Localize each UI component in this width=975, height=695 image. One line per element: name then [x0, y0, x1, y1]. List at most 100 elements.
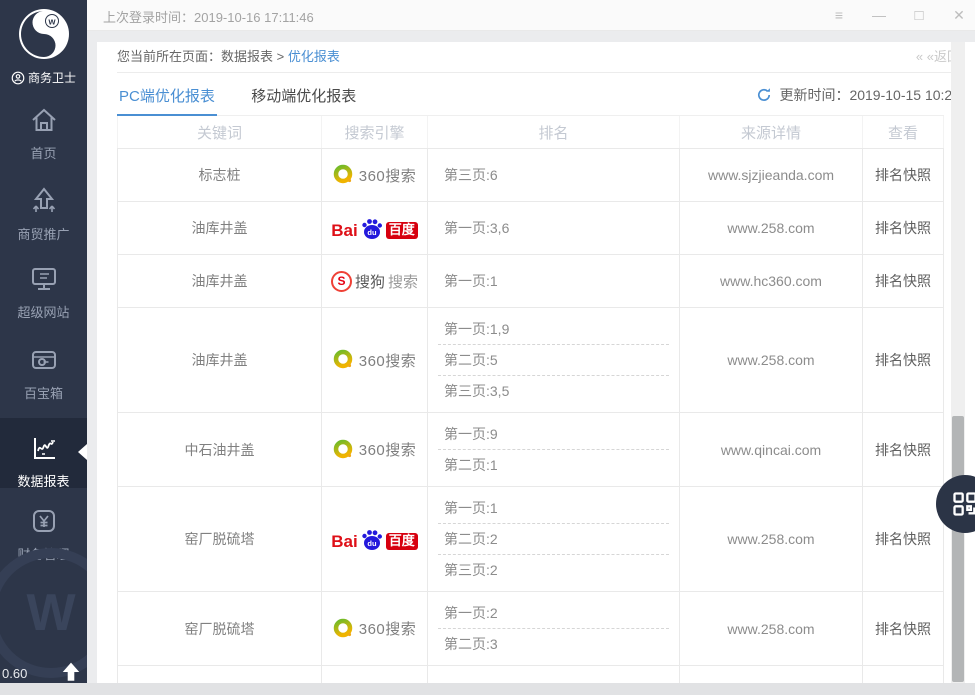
snapshot-link[interactable]: 排名快照	[862, 666, 944, 683]
window-close-icon[interactable]: ✕	[951, 8, 967, 22]
rank-cell: 第一页:3,6	[427, 202, 679, 254]
rank-value: 第一页:9	[438, 419, 669, 449]
rank-value: 第二页:1	[438, 449, 669, 480]
home-icon	[0, 104, 87, 136]
table-row: 油库井盖 Baidu百度第一页:3,6 www.258.com排名快照	[117, 202, 944, 255]
sidebar-item-label: 首页	[30, 146, 56, 161]
snapshot-link[interactable]: 排名快照	[862, 487, 944, 591]
snapshot-link[interactable]: 排名快照	[862, 308, 944, 412]
sidebar-item-website[interactable]: 超级网站	[0, 263, 87, 321]
window-maximize-icon[interactable]: □	[911, 8, 927, 23]
promotion-icon	[0, 185, 87, 217]
report-table-body: 标志桩360搜索第三页:6www.sjzjieanda.com排名快照油库井盖B…	[117, 149, 944, 683]
svg-text:w: w	[47, 17, 56, 27]
sidebar-item-label: 超级网站	[17, 305, 69, 320]
col-header-view: 查看	[862, 116, 944, 148]
finance-icon	[0, 505, 87, 537]
engine-logo-360: 360搜索	[333, 164, 417, 186]
snapshot-link[interactable]: 排名快照	[862, 255, 944, 307]
table-row: 脱硫净化塔Baidu百度第二页:10www.258.com排名快照	[117, 666, 944, 683]
engine-logo-360: 360搜索	[333, 439, 417, 461]
brand-block: w 商务卫士	[0, 8, 87, 86]
sidebar-item-label: 百宝箱	[24, 386, 63, 401]
rank-cell: 第一页:9第二页:1	[427, 413, 679, 486]
user-icon	[11, 71, 25, 85]
vertical-scrollbar[interactable]	[951, 42, 965, 683]
rank-value: 第三页:3,5	[438, 375, 669, 406]
rank-value: 第一页:1,9	[438, 314, 669, 344]
engine-logo-baidu: Baidu百度	[331, 528, 417, 550]
engine-cell: S搜狗搜索	[321, 255, 427, 307]
source-link[interactable]: www.sjzjieanda.com	[679, 149, 862, 201]
engine-cell: 360搜索	[321, 149, 427, 201]
keyword-cell: 标志桩	[117, 149, 321, 201]
rank-value: 第三页:2	[438, 554, 669, 585]
svg-text:du: du	[367, 539, 377, 548]
keyword-cell: 油库井盖	[117, 202, 321, 254]
engine-logo-baidu: Baidu百度	[331, 217, 417, 239]
col-header-source: 来源详情	[679, 116, 862, 148]
col-header-keyword: 关键词	[117, 116, 321, 148]
engine-cell: Baidu百度	[321, 666, 427, 683]
table-row: 标志桩 360搜索第三页:6www.sjzjieanda.com排名快照	[117, 149, 944, 202]
sidebar-item-label: 数据报表	[17, 474, 69, 489]
breadcrumb-current[interactable]: 优化报表	[288, 49, 340, 64]
tab-mobile-report[interactable]: 移动端优化报表	[249, 73, 358, 114]
active-item-arrow	[78, 444, 87, 460]
window-minimize-icon[interactable]: —	[871, 8, 887, 22]
sidebar-item-toolbox[interactable]: 百宝箱	[0, 344, 87, 402]
keyword-cell: 油库井盖	[117, 255, 321, 307]
table-header-row: 关键词 搜索引擎 排名 来源详情 查看	[117, 116, 944, 149]
keyword-cell: 窑厂脱硫塔	[117, 487, 321, 591]
back-to-top-icon[interactable]	[60, 661, 82, 683]
table-row: 窑厂脱硫塔360搜索第一页:2第二页:3www.258.com排名快照	[117, 592, 944, 666]
rank-cell: 第一页:1第二页:2第三页:2	[427, 487, 679, 591]
rank-cell: 第一页:1	[427, 255, 679, 307]
rank-value: 第一页:3,6	[438, 213, 669, 243]
sidebar-item-label: 商贸推广	[17, 227, 69, 242]
keyword-cell: 中石油井盖	[117, 413, 321, 486]
title-bar: 上次登录时间：2019-10-16 17:11:46 ≡ — □ ✕	[87, 0, 975, 31]
engine-cell: 360搜索	[321, 592, 427, 665]
brand-name: 商务卫士	[28, 69, 76, 86]
source-link[interactable]: www.258.com	[679, 487, 862, 591]
col-header-rank: 排名	[427, 116, 679, 148]
engine-cell: Baidu百度	[321, 202, 427, 254]
rank-value: 第二页:3	[438, 628, 669, 659]
breadcrumb-prefix: 您当前所在页面：数据报表 >	[117, 49, 284, 64]
source-link[interactable]: www.258.com	[679, 202, 862, 254]
scrollbar-thumb[interactable]	[952, 416, 964, 682]
toolbox-icon	[0, 344, 87, 376]
window-bottom-edge	[0, 683, 975, 695]
breadcrumb: 您当前所在页面：数据报表 > 优化报表 « «返回	[117, 42, 960, 73]
engine-cell: 360搜索	[321, 308, 427, 412]
snapshot-link[interactable]: 排名快照	[862, 592, 944, 665]
source-link[interactable]: www.258.com	[679, 592, 862, 665]
table-row: 窑厂脱硫塔 Baidu百度第一页:1第二页:2第三页:2www.258.com排名…	[117, 487, 944, 592]
snapshot-link[interactable]: 排名快照	[862, 149, 944, 201]
col-header-engine: 搜索引擎	[321, 116, 427, 148]
sidebar-item-reports[interactable]: 数据报表	[0, 418, 87, 488]
table-row: 中石油井盖360搜索第一页:9第二页:1www.qincai.com排名快照	[117, 413, 944, 487]
keyword-cell: 窑厂脱硫塔	[117, 592, 321, 665]
snapshot-link[interactable]: 排名快照	[862, 413, 944, 486]
snapshot-link[interactable]: 排名快照	[862, 202, 944, 254]
rank-cell: 第二页:10	[427, 666, 679, 683]
sidebar-item-promotion[interactable]: 商贸推广	[0, 185, 87, 243]
update-time-text: 更新时间：2019-10-15 10:29	[779, 85, 960, 105]
source-link[interactable]: www.258.com	[679, 308, 862, 412]
qr-code-icon	[951, 490, 975, 518]
svg-text:du: du	[367, 228, 377, 237]
engine-logo-sogou: S搜狗搜索	[331, 271, 418, 292]
refresh-icon[interactable]	[756, 87, 772, 103]
window-menu-icon[interactable]: ≡	[831, 8, 847, 22]
source-link[interactable]: www.qincai.com	[679, 413, 862, 486]
table-row: 油库井盖360搜索第一页:1,9第二页:5第三页:3,5www.258.com排…	[117, 308, 944, 413]
rank-cell: 第一页:2第二页:3	[427, 592, 679, 665]
tab-pc-report[interactable]: PC端优化报表	[117, 73, 217, 116]
last-login-text: 上次登录时间：2019-10-16 17:11:46	[103, 7, 314, 26]
source-link[interactable]: www.258.com	[679, 666, 862, 683]
sidebar-item-home[interactable]: 首页	[0, 104, 87, 162]
source-link[interactable]: www.hc360.com	[679, 255, 862, 307]
rank-cell: 第三页:6	[427, 149, 679, 201]
